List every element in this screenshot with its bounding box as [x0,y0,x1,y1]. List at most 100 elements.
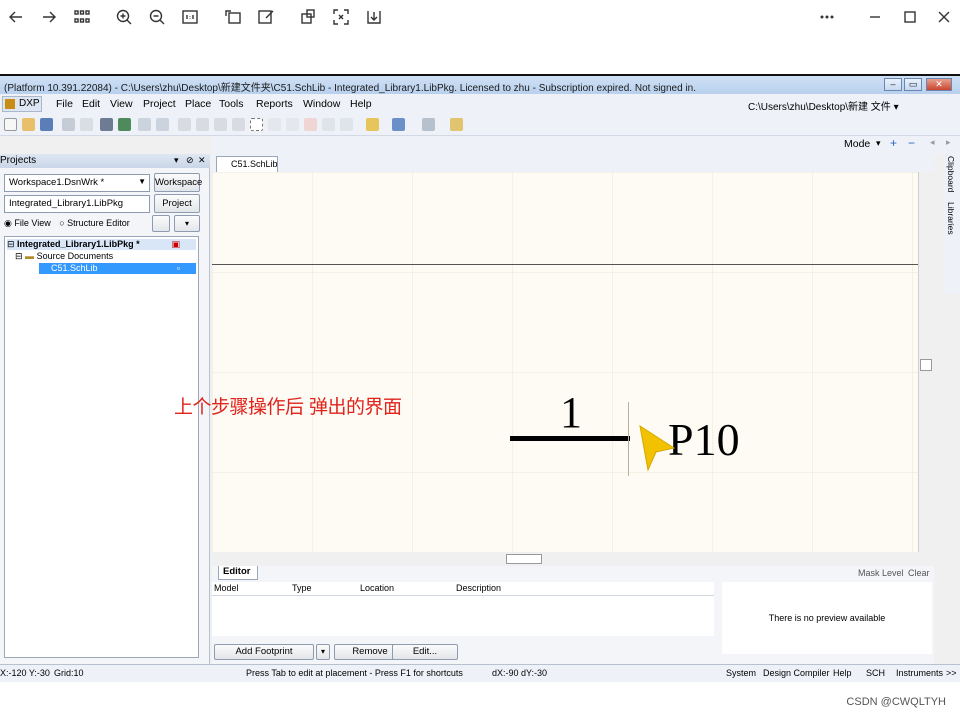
tree-item-schlib[interactable]: C51.SchLib ▫ [39,263,196,274]
vertical-scroll-thumb[interactable] [920,359,932,371]
undo-icon[interactable] [322,118,335,131]
crop-icon[interactable] [297,6,319,28]
layers-icon[interactable] [100,118,113,131]
forward-icon[interactable] [38,6,60,28]
menu-edit[interactable]: Edit [82,98,100,110]
win-minimize-button[interactable]: – [884,78,902,91]
menu-reports[interactable]: Reports [256,98,293,110]
redo-icon[interactable] [340,118,353,131]
vertical-scrollbar[interactable] [918,172,934,552]
close-icon[interactable] [933,6,955,28]
col-type[interactable]: Type [292,583,312,593]
collapse-icon[interactable]: ⊟ [7,239,17,249]
project-field[interactable]: Integrated_Library1.LibPkg [4,195,150,213]
status-more[interactable]: >> [946,668,957,678]
copy-icon[interactable] [196,118,209,131]
horizontal-scroll-thumb[interactable] [506,554,542,564]
back-icon[interactable] [5,6,27,28]
move-icon[interactable] [268,118,281,131]
col-description[interactable]: Description [456,583,501,593]
schematic-canvas[interactable]: 1 P10 [212,172,918,552]
back-nav-icon[interactable]: ◂ [930,137,935,148]
tools-icon[interactable] [366,118,379,131]
download-icon[interactable] [363,6,385,28]
add-footprint-button[interactable]: Add Footprint [214,644,314,660]
clear-selection-icon[interactable] [304,118,317,131]
status-sch[interactable]: SCH [866,668,885,678]
minimize-icon[interactable] [864,6,886,28]
status-help[interactable]: Help [833,668,852,678]
select-icon[interactable] [250,118,263,131]
minus-icon[interactable]: − [908,136,915,150]
folder-icon[interactable] [450,118,463,131]
menu-file[interactable]: File [56,98,73,110]
panel-menu-icon[interactable]: ▾ [174,155,179,166]
grid-tool-icon[interactable] [422,118,435,131]
editor-panel: Editor Mask Level Clear Model Type Locat… [212,566,934,666]
grid-icon[interactable] [71,6,93,28]
forward-nav-icon[interactable]: ▸ [946,137,951,148]
mask-level-button[interactable]: Mask Level [858,568,904,578]
more-icon[interactable] [816,6,838,28]
horizontal-scrollbar[interactable] [212,552,918,566]
project-options-icon[interactable]: ▾ [174,215,200,232]
models-grid[interactable] [212,596,714,636]
rubber-stamp-icon[interactable] [232,118,245,131]
fullscreen-icon[interactable] [330,6,352,28]
menu-place[interactable]: Place [185,98,211,110]
menu-window[interactable]: Window [303,98,340,110]
win-close-button[interactable]: ✕ [926,78,952,91]
rotate-icon[interactable] [222,6,244,28]
chart-icon[interactable] [392,118,405,131]
col-model[interactable]: Model [214,583,239,593]
status-instruments[interactable]: Instruments [896,668,943,678]
zoom-in-icon[interactable] [113,6,135,28]
tree-item-source-documents[interactable]: ⊟ ▬ Source Documents [15,251,113,262]
menu-view[interactable]: View [110,98,133,110]
workspace-button[interactable]: Workspace [154,173,202,192]
save-icon[interactable] [40,118,53,131]
libraries-tab[interactable]: Libraries [946,202,956,235]
zoom-out-icon[interactable] [146,6,168,28]
dxp-menu[interactable]: DXP [2,96,42,112]
open-icon[interactable] [22,118,35,131]
menu-project[interactable]: Project [143,98,176,110]
mode-dropdown-icon[interactable]: ▾ [876,138,881,149]
col-location[interactable]: Location [360,583,394,593]
print-icon[interactable] [62,118,75,131]
plus-icon[interactable]: + [890,136,897,150]
path-box[interactable]: C:\Users\zhu\Desktop\新建 文件 ▾ [748,98,899,113]
tab-c51-schlib[interactable]: C51.SchLib [216,156,278,172]
win-restore-button[interactable]: ▭ [904,78,922,91]
actual-size-icon[interactable] [179,6,201,28]
status-design-compiler[interactable]: Design Compiler [763,668,830,678]
preview-icon[interactable] [80,118,93,131]
add-dropdown-button[interactable]: ▾ [316,644,330,660]
collapse-icon[interactable]: ⊟ [15,251,25,261]
clipboard-tab[interactable]: Clipboard [946,156,956,192]
tree-item-libpkg[interactable]: ⊟ Integrated_Library1.LibPkg * ▣ [7,239,196,250]
project-button[interactable]: Project [154,194,200,213]
workspace-select[interactable]: Workspace1.DsnWrk * ▼ [4,174,150,192]
edit-icon[interactable] [255,6,277,28]
paste-icon[interactable] [214,118,227,131]
edit-button[interactable]: Edit... [392,644,458,660]
explorer-icon[interactable] [118,118,131,131]
mode-button[interactable]: Mode [844,138,870,150]
new-icon[interactable] [4,118,17,131]
move-selection-icon[interactable] [286,118,299,131]
compile-icon[interactable] [152,215,170,232]
cut-icon[interactable] [178,118,191,131]
panel-close-icon[interactable]: ✕ [198,155,206,166]
editor-tab[interactable]: Editor [218,566,258,580]
status-system[interactable]: System [726,668,756,678]
zoom-in-tool-icon[interactable] [138,118,151,131]
menu-help[interactable]: Help [350,98,372,110]
file-view-radio[interactable]: ◉ [4,218,14,228]
zoom-out-tool-icon[interactable] [156,118,169,131]
maximize-icon[interactable] [899,6,921,28]
clear-button[interactable]: Clear [908,568,930,578]
menu-tools[interactable]: Tools [219,98,244,110]
pin-icon[interactable]: ⊘ [186,155,194,166]
structure-editor-radio[interactable]: ○ [59,218,67,228]
